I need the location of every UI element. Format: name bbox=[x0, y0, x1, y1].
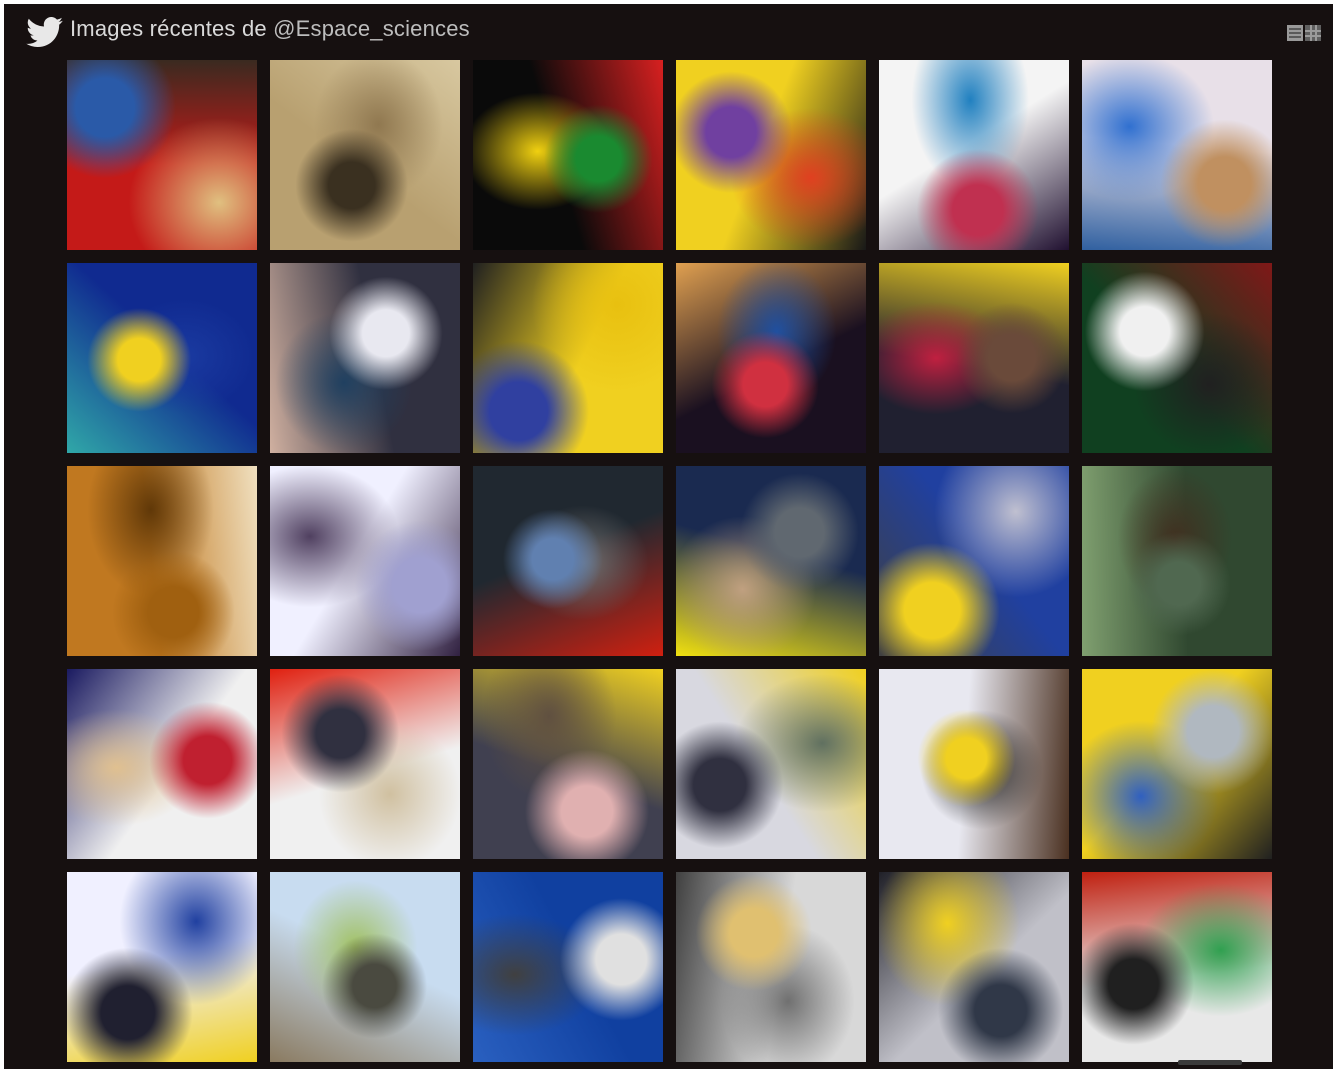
photo-thumbnail[interactable] bbox=[879, 466, 1069, 656]
photo-thumbnail[interactable] bbox=[473, 872, 663, 1062]
photo-thumbnail[interactable] bbox=[879, 263, 1069, 453]
photo-thumbnail[interactable] bbox=[676, 263, 866, 453]
grid-view-icon[interactable] bbox=[1305, 25, 1321, 41]
photo-thumbnail[interactable] bbox=[1082, 872, 1272, 1062]
photo-thumbnail[interactable] bbox=[1082, 669, 1272, 859]
photo-thumbnail[interactable] bbox=[1082, 60, 1272, 250]
photo-thumbnail[interactable] bbox=[676, 60, 866, 250]
scroll-indicator bbox=[1178, 1060, 1242, 1065]
view-toggle-group bbox=[1287, 25, 1321, 41]
photo-thumbnail[interactable] bbox=[270, 872, 460, 1062]
photo-thumbnail[interactable] bbox=[676, 466, 866, 656]
photo-thumbnail[interactable] bbox=[879, 669, 1069, 859]
photo-thumbnail[interactable] bbox=[67, 872, 257, 1062]
photo-thumbnail[interactable] bbox=[67, 466, 257, 656]
photo-thumbnail[interactable] bbox=[879, 60, 1069, 250]
list-view-icon[interactable] bbox=[1287, 25, 1303, 41]
photo-thumbnail[interactable] bbox=[879, 872, 1069, 1062]
photo-thumbnail[interactable] bbox=[473, 263, 663, 453]
photo-thumbnail[interactable] bbox=[1082, 263, 1272, 453]
photo-thumbnail[interactable] bbox=[676, 872, 866, 1062]
photo-thumbnail[interactable] bbox=[1082, 466, 1272, 656]
photo-thumbnail[interactable] bbox=[67, 669, 257, 859]
photo-thumbnail[interactable] bbox=[473, 669, 663, 859]
widget-header: Images récentes de @Espace_sciences bbox=[4, 4, 1333, 56]
photo-thumbnail[interactable] bbox=[473, 466, 663, 656]
widget-title: Images récentes de @Espace_sciences bbox=[70, 16, 470, 42]
photo-thumbnail[interactable] bbox=[67, 263, 257, 453]
photo-thumbnail[interactable] bbox=[270, 263, 460, 453]
photo-thumbnail[interactable] bbox=[270, 669, 460, 859]
photo-thumbnail[interactable] bbox=[270, 466, 460, 656]
photo-thumbnail[interactable] bbox=[473, 60, 663, 250]
photo-thumbnail[interactable] bbox=[270, 60, 460, 250]
title-prefix: Images récentes de bbox=[70, 16, 274, 41]
twitter-image-widget: Images récentes de @Espace_sciences bbox=[4, 4, 1333, 1069]
account-handle-link[interactable]: @Espace_sciences bbox=[273, 16, 470, 41]
photo-thumbnail[interactable] bbox=[67, 60, 257, 250]
photo-thumbnail[interactable] bbox=[676, 669, 866, 859]
photo-grid bbox=[67, 60, 1272, 1062]
twitter-bird-icon[interactable] bbox=[26, 17, 64, 47]
